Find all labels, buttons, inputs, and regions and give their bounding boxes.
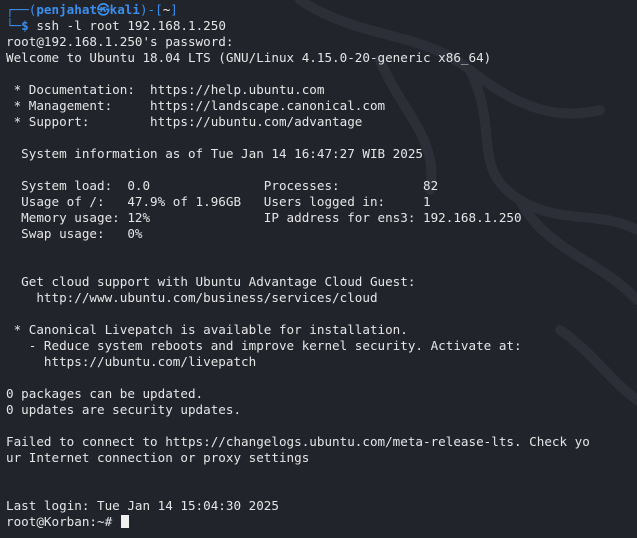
password-prompt: root@192.168.1.250's password: xyxy=(6,34,234,49)
stats-row: System load: 0.0 Processes: 82 xyxy=(6,178,439,193)
stats-row: Usage of /: 47.9% of 1.96GB Users logged… xyxy=(6,194,431,209)
livepatch-url-line: https://ubuntu.com/livepatch xyxy=(6,354,257,369)
prompt-at-symbol: ㉿ xyxy=(97,2,110,17)
stats-row: Swap usage: 0% xyxy=(6,226,143,241)
ssh-command: ssh -l root 192.168.1.250 xyxy=(28,18,226,33)
root-prompt: root@Korban:~# xyxy=(6,514,120,529)
livepatch-line: * Canonical Livepatch is available for i… xyxy=(6,322,408,337)
command-line: └─$ ssh -l root 192.168.1.250 xyxy=(6,18,637,34)
cloud-url-line: http://www.ubuntu.com/business/services/… xyxy=(6,290,378,305)
prompt-hostname: kali xyxy=(109,2,140,17)
security-updates-line: 0 updates are security updates. xyxy=(6,402,242,417)
prompt-username: penjahat xyxy=(36,2,98,17)
sysinfo-header: System information as of Tue Jan 14 16:4… xyxy=(6,146,424,161)
terminal-window[interactable]: ┌──(penjahat㉿kali)-[~] └─$ ssh -l root 1… xyxy=(0,0,637,538)
welcome-message: Welcome to Ubuntu 18.04 LTS (GNU/Linux 4… xyxy=(6,50,492,65)
cloud-support-line: Get cloud support with Ubuntu Advantage … xyxy=(6,274,416,289)
root-prompt-line[interactable]: root@Korban:~# xyxy=(6,514,637,530)
support-line: * Support: https://ubuntu.com/advantage xyxy=(6,114,363,129)
prompt-frame-bottom: └─ xyxy=(6,18,22,33)
error-line: Failed to connect to https://changelogs.… xyxy=(6,434,590,449)
last-login-line: Last login: Tue Jan 14 15:04:30 2025 xyxy=(6,498,279,513)
prompt-separator: )-[ xyxy=(139,2,163,17)
livepatch-line: - Reduce system reboots and improve kern… xyxy=(6,338,522,353)
stats-row: Memory usage: 12% IP address for ens3: 1… xyxy=(6,210,522,225)
management-line: * Management: https://landscape.canonica… xyxy=(6,98,386,113)
documentation-line: * Documentation: https://help.ubuntu.com xyxy=(6,82,325,97)
prompt-dollar: $ xyxy=(21,18,29,33)
text-cursor xyxy=(120,515,129,528)
packages-line: 0 packages can be updated. xyxy=(6,386,204,401)
prompt-close-bracket: ] xyxy=(170,2,178,17)
prompt-header: ┌──(penjahat㉿kali)-[~] xyxy=(6,2,637,18)
prompt-frame-top: ┌──( xyxy=(6,2,37,17)
terminal-output: ┌──(penjahat㉿kali)-[~] └─$ ssh -l root 1… xyxy=(6,2,637,530)
error-line: ur Internet connection or proxy settings xyxy=(6,450,310,465)
